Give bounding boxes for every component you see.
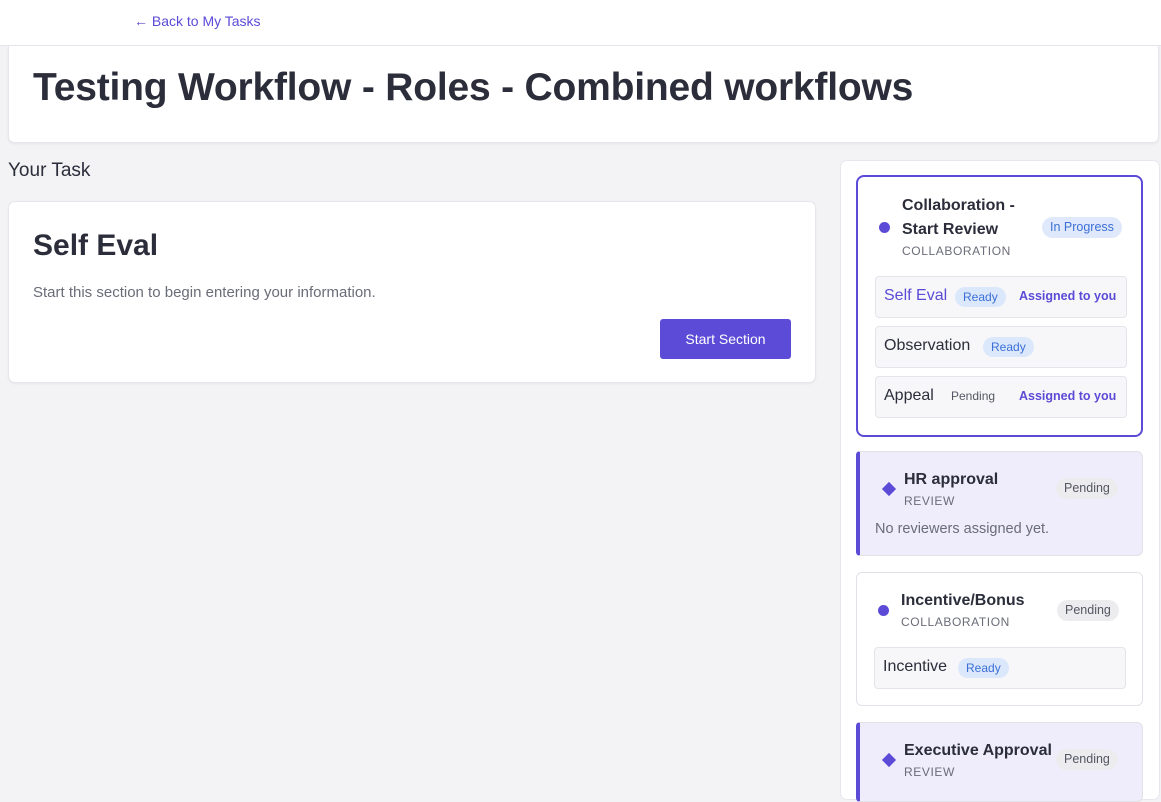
page-title: Testing Workflow - Roles - Combined work…: [33, 66, 914, 109]
stage-type: REVIEW: [904, 494, 955, 508]
task-card-description: Start this section to begin entering you…: [33, 284, 376, 301]
back-to-my-tasks-link[interactable]: ← Back to My Tasks: [134, 13, 261, 29]
stage-name: Incentive/Bonus: [901, 592, 1025, 609]
section-row-incentive: Incentive Ready: [874, 647, 1126, 689]
stage-type: COLLABORATION: [902, 244, 1011, 258]
stage-status-badge: In Progress: [1042, 217, 1122, 238]
section-label: Observation: [884, 337, 971, 354]
section-status-badge: Ready: [958, 658, 1009, 678]
stage-status-badge: Pending: [1057, 600, 1119, 621]
no-reviewers-note: No reviewers assigned yet.: [875, 521, 1050, 537]
section-label[interactable]: Self Eval: [884, 287, 947, 305]
task-card: Self Eval Start this section to begin en…: [8, 201, 816, 383]
stage-type: REVIEW: [904, 765, 955, 779]
stage-name-line-1: Collaboration -: [902, 197, 1015, 214]
stage-type: COLLABORATION: [901, 615, 1010, 629]
start-section-button[interactable]: Start Section: [660, 319, 791, 359]
top-bar: ← Back to My Tasks: [0, 0, 1161, 46]
section-row-self-eval[interactable]: Self Eval Ready Assigned to you: [875, 276, 1127, 318]
section-row-observation: Observation Ready: [875, 326, 1127, 368]
section-label: Appeal: [884, 387, 934, 404]
stage-name-line-2: Start Review: [902, 221, 999, 238]
your-task-heading: Your Task: [8, 160, 91, 181]
assigned-to-you-label: Assigned to you: [1019, 389, 1117, 403]
stage-status-badge: Pending: [1056, 749, 1118, 770]
assigned-to-you-label: Assigned to you: [1019, 289, 1117, 303]
stage-name: Collaboration - Start Review: [902, 194, 1032, 242]
section-status-badge: Ready: [983, 337, 1034, 357]
section-label: Incentive: [883, 658, 948, 675]
stage-dot-icon: [878, 605, 889, 616]
task-card-title: Self Eval: [33, 229, 159, 262]
section-row-appeal: Appeal Pending Assigned to you: [875, 376, 1127, 418]
stage-dot-icon: [879, 222, 890, 233]
stage-status-badge: Pending: [1056, 478, 1118, 499]
page-header: Testing Workflow - Roles - Combined work…: [8, 46, 1159, 143]
review-diamond-icon: [881, 481, 897, 497]
stage-card-hr-approval: HR approval REVIEW Pending No reviewers …: [856, 451, 1143, 556]
stage-card-incentive-bonus: Incentive/Bonus COLLABORATION Pending In…: [856, 572, 1143, 706]
section-status-badge: Ready: [955, 287, 1006, 307]
stage-card-collaboration-start-review: Collaboration - Start Review COLLABORATI…: [856, 175, 1143, 437]
stage-name: Executive Approval: [904, 742, 1052, 759]
stage-card-executive-approval: Executive Approval REVIEW Pending: [856, 722, 1143, 802]
review-diamond-icon: [881, 752, 897, 768]
section-status-badge: Pending: [951, 389, 996, 403]
stage-name: HR approval: [904, 471, 999, 488]
